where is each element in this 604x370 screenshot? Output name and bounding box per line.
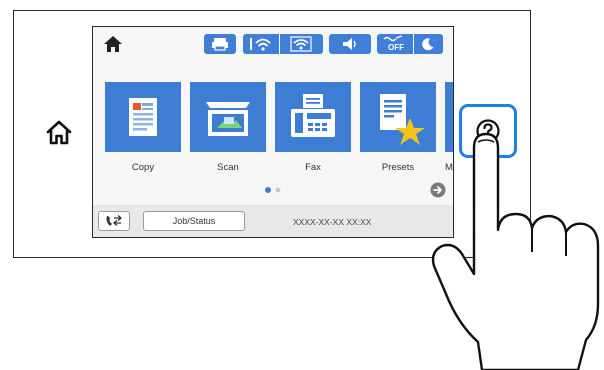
date-time: XXXX-XX-XX XX:XX bbox=[293, 217, 372, 227]
sleep-icon bbox=[422, 38, 434, 51]
job-status-button[interactable]: Job/Status bbox=[143, 211, 245, 231]
mode-status[interactable]: OFF bbox=[377, 34, 443, 54]
scan-icon bbox=[206, 102, 250, 136]
fax-status-button[interactable] bbox=[98, 211, 130, 231]
printer-status[interactable] bbox=[204, 34, 236, 54]
pointing-hand-icon bbox=[431, 132, 600, 370]
quiet-mode-icon: OFF bbox=[383, 35, 404, 52]
instruction-illustration: OFF Copy Scan Fax Presets M Job/Status X… bbox=[0, 0, 604, 370]
lcd-screen: OFF Copy Scan Fax Presets M Job/Status X… bbox=[92, 26, 454, 238]
app-tile-scan[interactable]: Scan bbox=[190, 82, 266, 173]
wifi-icon bbox=[290, 36, 312, 52]
screen-top-bar: OFF bbox=[93, 27, 453, 61]
wifi-direct-icon bbox=[250, 38, 271, 51]
app-label: Fax bbox=[305, 162, 321, 173]
app-tile-copy[interactable]: Copy bbox=[105, 82, 181, 173]
network-status[interactable] bbox=[243, 34, 323, 54]
svg-text:OFF: OFF bbox=[388, 43, 404, 52]
app-label: Copy bbox=[131, 162, 155, 173]
home-key[interactable] bbox=[44, 118, 74, 148]
sound-status[interactable] bbox=[329, 34, 371, 54]
page-indicator bbox=[265, 187, 281, 193]
copy-icon bbox=[129, 98, 157, 136]
app-tile-fax[interactable]: Fax bbox=[275, 82, 351, 173]
printer-icon bbox=[212, 38, 228, 51]
fax-icon bbox=[291, 94, 335, 137]
presets-icon bbox=[380, 94, 425, 145]
home-icon bbox=[46, 120, 72, 145]
screen-bottom-bar: Job/Status XXXX-XX-XX XX:XX bbox=[93, 205, 453, 237]
app-tile-presets[interactable]: Presets bbox=[360, 82, 436, 173]
fax-transfer-icon bbox=[106, 215, 123, 226]
app-label: Scan bbox=[217, 162, 239, 173]
app-label: Presets bbox=[381, 162, 415, 173]
home-icon[interactable] bbox=[103, 35, 123, 53]
sound-icon bbox=[343, 38, 356, 50]
